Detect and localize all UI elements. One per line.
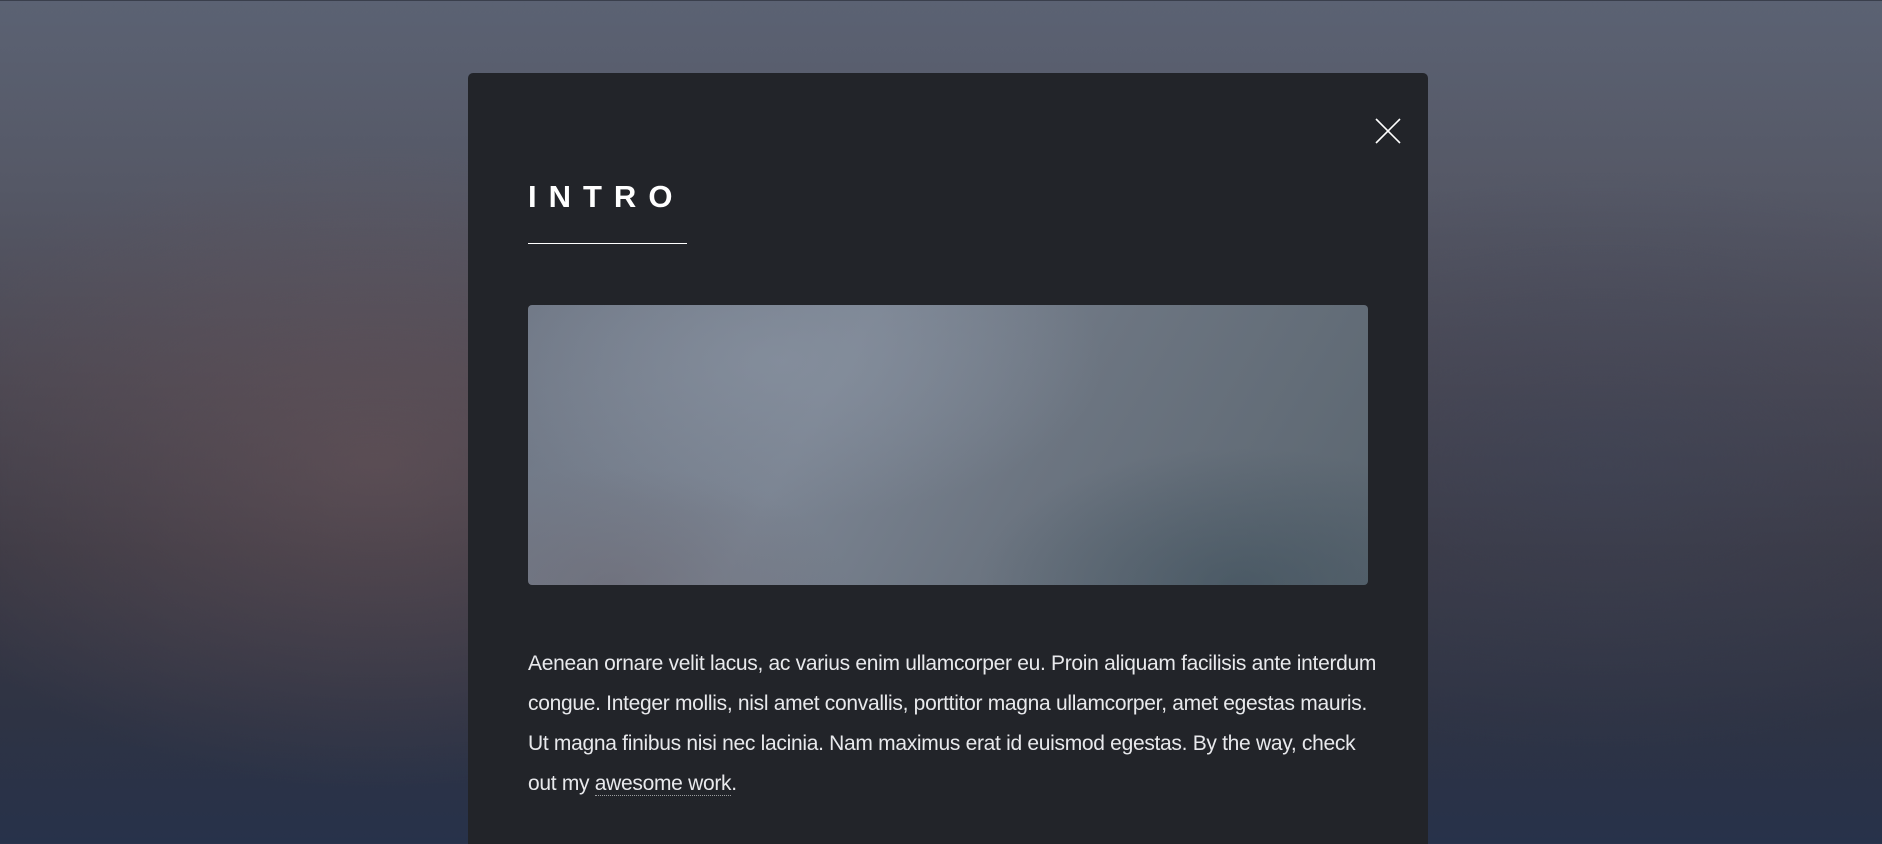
title-underline	[528, 243, 687, 244]
intro-modal: INTRO Aenean ornare velit lacus, ac vari…	[468, 73, 1428, 844]
paragraph-end: .	[731, 772, 737, 795]
modal-title: INTRO	[528, 179, 685, 214]
close-icon	[1375, 118, 1401, 144]
close-button[interactable]	[1364, 107, 1412, 155]
awesome-work-link[interactable]: awesome work	[594, 772, 732, 796]
top-border	[0, 0, 1882, 1]
intro-paragraph: Aenean ornare velit lacus, ac varius eni…	[528, 644, 1378, 804]
intro-image	[528, 305, 1368, 585]
